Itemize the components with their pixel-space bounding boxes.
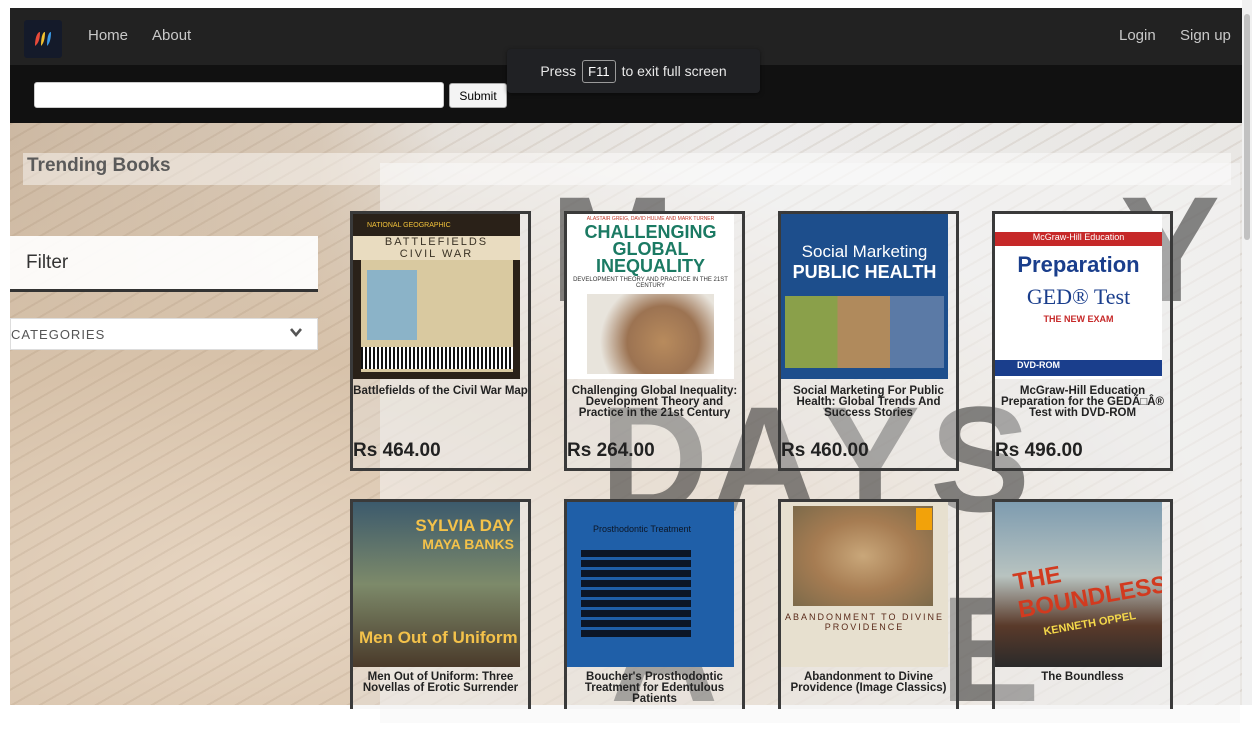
book-card[interactable]: Prosthodontic Treatment Boucher's Prosth… (564, 499, 745, 709)
categories-dropdown[interactable]: CATEGORIES (10, 318, 318, 350)
nav-about-link[interactable]: About (152, 27, 191, 44)
book-title[interactable]: The Boundless (995, 671, 1170, 683)
book-card[interactable]: ABANDONMENT TO DIVINE PROVIDENCE Abandon… (778, 499, 959, 709)
cover-title: BATTLEFIELDS CIVIL WAR (353, 236, 520, 260)
cover-photo-grid (785, 296, 944, 368)
cover-title: Prosthodontic Treatment (593, 524, 692, 534)
book-title[interactable]: Boucher's Prosthodontic Treatment for Ed… (567, 671, 742, 705)
toast-suffix: to exit full screen (621, 63, 727, 79)
book-cover[interactable]: Social Marketing PUBLIC HEALTH (781, 214, 948, 379)
cover-tagline: THE NEW EXAM (1043, 314, 1114, 324)
book-price: Rs 496.00 (995, 440, 1083, 461)
cover-redactions (581, 550, 691, 640)
cover-title: THE BOUNDLESS (1011, 561, 1162, 624)
submit-button[interactable]: Submit (449, 83, 507, 108)
book-card[interactable]: ALASTAIR GREIG, DAVID HULME AND MARK TUR… (564, 211, 745, 471)
f11-key-icon: F11 (582, 59, 616, 83)
cover-brand: McGraw-Hill Education (995, 232, 1162, 246)
book-title[interactable]: Social Marketing For Public Health: Glob… (781, 385, 956, 419)
browser-top-strip (0, 0, 1252, 8)
cover-title: ABANDONMENT TO DIVINE PROVIDENCE (784, 612, 945, 632)
book-price: Rs 464.00 (353, 440, 441, 461)
cover-title-line-1: Social Marketing (801, 242, 928, 261)
trending-title: Trending Books (27, 155, 171, 176)
cover-publisher-badge (916, 508, 932, 530)
book-card[interactable]: SYLVIA DAY MAYA BANKS Men Out of Uniform… (350, 499, 531, 709)
cover-author: MAYA BANKS (422, 536, 514, 552)
book-card[interactable]: THE BOUNDLESS KENNETH OPPEL The Boundles… (992, 499, 1173, 709)
nav-signup-link[interactable]: Sign up (1180, 27, 1231, 44)
book-card[interactable]: NATIONAL GEOGRAPHIC BATTLEFIELDS CIVIL WA… (350, 211, 531, 471)
book-title[interactable]: Men Out of Uniform: Three Novellas of Er… (353, 671, 528, 694)
book-title[interactable]: McGraw-Hill Education Preparation for th… (995, 385, 1170, 419)
nav-login-link[interactable]: Login (1119, 27, 1156, 44)
book-card[interactable]: Social Marketing PUBLIC HEALTH Social Ma… (778, 211, 959, 471)
cover-map-water (367, 270, 417, 340)
book-title[interactable]: Battlefields of the Civil War Map (353, 385, 528, 397)
cover-title-line-1: BATTLEFIELDS (384, 236, 489, 248)
cover-subtitle: DEVELOPMENT THEORY AND PRACTICE IN THE 2… (573, 277, 728, 289)
app-logo-icon[interactable] (24, 20, 62, 58)
book-title[interactable]: Abandonment to Divine Providence (Image … (781, 671, 956, 694)
book-cover[interactable]: McGraw-Hill Education Preparation GED® T… (995, 214, 1162, 379)
book-title[interactable]: Challenging Global Inequality: Developme… (567, 385, 742, 419)
scrollbar-thumb[interactable] (1244, 14, 1250, 240)
cover-brand: NATIONAL GEOGRAPHIC (367, 222, 451, 229)
nav-home-link[interactable]: Home (88, 27, 128, 44)
cover-title: Preparation (1017, 252, 1140, 277)
book-cover[interactable]: ABANDONMENT TO DIVINE PROVIDENCE (781, 502, 948, 667)
filter-title: Filter (26, 252, 69, 273)
cover-author: SYLVIA DAY (415, 516, 514, 535)
cover-title-line-2: CIVIL WAR (399, 248, 474, 260)
toast-prefix: Press (540, 63, 577, 79)
cover-title: CHALLENGING GLOBAL INEQUALITY (584, 222, 717, 276)
cover-subtitle: GED® Test (1026, 284, 1131, 309)
cover-barcode (361, 347, 513, 369)
book-price: Rs 264.00 (567, 440, 655, 461)
chevron-down-icon[interactable] (289, 325, 303, 342)
categories-label: CATEGORIES (11, 327, 106, 342)
cover-title-line-2: PUBLIC HEALTH (792, 262, 937, 282)
search-input[interactable] (34, 82, 444, 108)
trending-header: Trending Books (23, 153, 1231, 185)
filter-panel: Filter (10, 236, 318, 292)
book-cover[interactable]: ALASTAIR GREIG, DAVID HULME AND MARK TUR… (567, 214, 734, 379)
page-scrollbar[interactable] (1242, 0, 1252, 705)
cover-dvd-badge: DVD-ROM (995, 360, 1162, 376)
book-cover[interactable]: SYLVIA DAY MAYA BANKS Men Out of Uniform (353, 502, 520, 667)
cover-title: Men Out of Uniform (359, 628, 518, 647)
cover-portrait (793, 506, 933, 606)
fullscreen-toast: Press F11 to exit full screen (507, 49, 760, 93)
book-price: Rs 460.00 (781, 440, 869, 461)
book-cover[interactable]: THE BOUNDLESS KENNETH OPPEL (995, 502, 1162, 667)
book-cover[interactable]: NATIONAL GEOGRAPHIC BATTLEFIELDS CIVIL WA… (353, 214, 520, 379)
book-cover[interactable]: Prosthodontic Treatment (567, 502, 734, 667)
cover-illustration (587, 294, 714, 374)
book-card[interactable]: McGraw-Hill Education Preparation GED® T… (992, 211, 1173, 471)
